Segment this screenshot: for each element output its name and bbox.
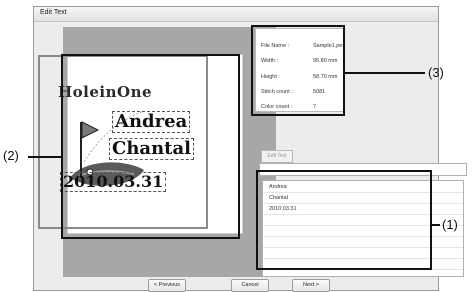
next-button[interactable]: Next >: [292, 279, 330, 292]
callout-label-1: (1): [442, 217, 458, 232]
title-bar: Edit Text: [34, 7, 438, 22]
callout-box-1: [256, 170, 432, 270]
edit-text-button[interactable]: Edit Text: [261, 150, 293, 163]
callout-line-1: [432, 224, 440, 226]
callout-label-2: (2): [3, 148, 19, 163]
callout-box-3: [251, 25, 345, 116]
callout-line-2: [28, 156, 61, 158]
callout-box-2: [61, 54, 240, 239]
callout-label-3: (3): [428, 65, 444, 80]
window-title: Edit Text: [40, 9, 67, 16]
callout-line-3: [345, 72, 425, 74]
previous-button[interactable]: < Previous: [148, 279, 186, 292]
cancel-button[interactable]: Cancel: [231, 279, 269, 292]
